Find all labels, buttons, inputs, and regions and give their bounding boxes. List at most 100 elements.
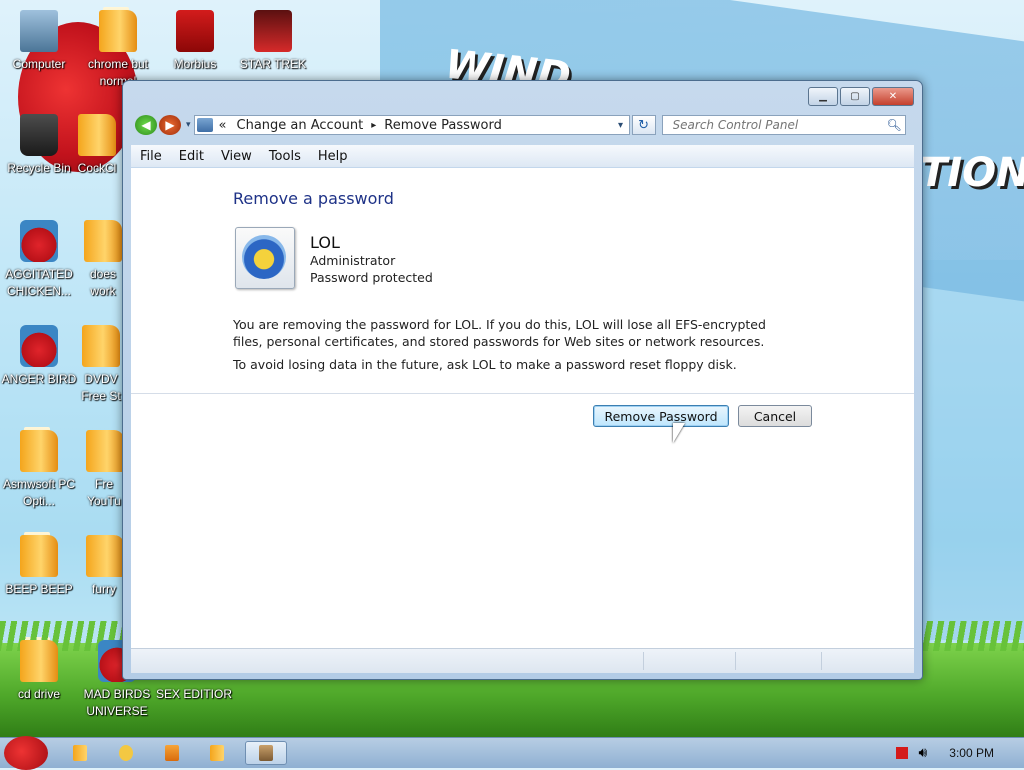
search-box[interactable]: 🔍︎ — [661, 115, 906, 135]
user-picture-icon — [242, 235, 286, 279]
pdf-icon — [176, 10, 214, 52]
menu-file[interactable]: File — [131, 149, 170, 164]
menu-bar: File Edit View Tools Help — [131, 145, 914, 167]
desktop-icon-beep-beep[interactable]: BEEP BEEP — [1, 532, 77, 598]
breadcrumb-change-account[interactable]: Change an Account — [237, 118, 364, 133]
media-player-icon — [165, 745, 179, 761]
desktop-icon-does-work[interactable]: does work — [84, 220, 122, 300]
desktop-icon-label: MAD BIRDS UNIVERSE — [83, 687, 151, 718]
clock[interactable]: 3:00 PM — [949, 746, 994, 760]
content-pane: Remove a password LOL Administrator Pass… — [131, 168, 914, 648]
search-input[interactable] — [670, 117, 887, 133]
menu-help[interactable]: Help — [309, 149, 356, 164]
star-trek-icon — [254, 10, 292, 52]
status-divider — [821, 652, 822, 670]
refresh-button[interactable]: ↻ — [631, 115, 656, 135]
desktop-icon-star-trek[interactable]: STAR TREK — [235, 10, 311, 73]
desktop-icon-label: CockCl — [77, 161, 117, 175]
folder-icon — [99, 7, 137, 52]
desktop-icon-label: AGGITATED CHICKEN... — [5, 267, 73, 298]
taskbar-item-media-player[interactable] — [154, 741, 190, 765]
control-panel-icon — [196, 118, 213, 132]
control-panel-window: ▁ ▢ ✕ ◀ ▶ ▾ « Change an Account ▸ Remove… — [122, 80, 923, 680]
page-title: Remove a password — [233, 189, 394, 208]
cancel-button[interactable]: Cancel — [738, 405, 812, 427]
desktop-icon-label: cd drive — [17, 687, 61, 701]
desktop-icon-label: SEX EDITIOR — [156, 687, 233, 701]
warning-message: You are removing the password for LOL. I… — [233, 317, 766, 349]
user-role: Administrator — [310, 253, 396, 268]
desktop-icon-dvdv[interactable]: DVDV Free St — [80, 325, 122, 405]
breadcrumb-remove-password[interactable]: Remove Password — [384, 118, 502, 133]
menu-tools[interactable]: Tools — [260, 149, 309, 164]
desktop-icon-asmwsoft[interactable]: Asmwsoft PC Opti... — [1, 427, 77, 510]
address-dropdown-icon[interactable]: ▾ — [613, 120, 629, 131]
desktop-icon-free-youtube[interactable]: Fre YouTu — [86, 430, 122, 510]
forward-button[interactable]: ▶ — [159, 115, 181, 135]
desktop-icon-recycle-bin[interactable]: Recycle Bin — [1, 114, 77, 177]
desktop-icon-label: Computer — [12, 57, 66, 71]
desktop-icon-cockcl[interactable]: CockCl — [72, 114, 122, 177]
desktop-icon-label: furry — [92, 582, 116, 596]
folder-icon — [20, 532, 58, 577]
computer-icon — [20, 10, 58, 52]
back-button[interactable]: ◀ — [135, 115, 157, 135]
folder-icon — [20, 637, 58, 682]
caption-buttons: ▁ ▢ ✕ — [808, 87, 914, 106]
desktop-icon-computer[interactable]: Computer — [1, 10, 77, 73]
desktop-icon-label: Morbius — [173, 57, 217, 71]
status-divider — [735, 652, 736, 670]
angry-bird-icon — [20, 325, 58, 367]
remove-password-button[interactable]: Remove Password — [593, 405, 729, 427]
address-overflow-chevron[interactable]: « — [219, 118, 227, 133]
flag-icon[interactable] — [896, 747, 909, 759]
recent-pages-dropdown[interactable]: ▾ — [186, 120, 191, 130]
folder-icon — [86, 430, 122, 472]
divider — [131, 393, 914, 394]
taskbar-item-explorer[interactable] — [108, 741, 144, 765]
desktop-icon-morbius[interactable]: Morbius — [157, 10, 233, 73]
desktop-icon-cd-drive[interactable]: cd drive — [1, 637, 77, 703]
system-tray: 🔊︎ 3:00 PM — [896, 738, 1024, 768]
maximize-button[interactable]: ▢ — [840, 87, 870, 106]
folder-icon — [210, 745, 224, 761]
navigation-bar: ◀ ▶ ▾ « Change an Account ▸ Remove Passw… — [135, 114, 916, 136]
taskbar: 🔊︎ 3:00 PM — [0, 736, 1024, 770]
taskbar-item-control-panel[interactable] — [245, 741, 287, 765]
search-icon[interactable]: 🔍︎ — [887, 118, 905, 132]
wallpaper-text-right: TION — [920, 150, 1024, 196]
folder-icon — [82, 325, 120, 367]
status-divider — [643, 652, 644, 670]
taskbar-item-folder-2[interactable] — [199, 741, 235, 765]
status-bar — [131, 648, 914, 673]
menu-edit[interactable]: Edit — [170, 149, 212, 164]
breadcrumb-separator-icon[interactable]: ▸ — [371, 120, 376, 131]
desktop-icon-label: Fre YouTu — [87, 477, 121, 508]
desktop-icon-anger-bird[interactable]: ANGER BIRD — [1, 325, 77, 388]
user-avatar — [235, 227, 295, 289]
folder-icon — [78, 114, 116, 156]
folder-icon — [73, 745, 87, 761]
folder-icon — [86, 535, 122, 577]
desktop-icon-label: does work — [89, 267, 117, 298]
control-panel-icon — [259, 745, 273, 761]
desktop-icon-furry[interactable]: furry — [86, 535, 122, 598]
mouse-cursor — [673, 423, 685, 443]
recycle-bin-icon — [20, 114, 58, 156]
volume-icon[interactable]: 🔊︎ — [918, 745, 927, 761]
folder-icon — [84, 220, 122, 262]
desktop-icon-label: Asmwsoft PC Opti... — [2, 477, 75, 508]
desktop-icon-label: STAR TREK — [239, 57, 307, 71]
minimize-button[interactable]: ▁ — [808, 87, 838, 106]
desktop-icon-label: DVDV Free St — [81, 372, 121, 403]
close-button[interactable]: ✕ — [872, 87, 914, 106]
menu-view[interactable]: View — [212, 149, 260, 164]
desktop-icon-chrome[interactable]: chrome but normal — [80, 7, 156, 90]
taskbar-item-folder[interactable] — [62, 741, 98, 765]
explorer-icon — [119, 745, 133, 761]
tip-message: To avoid losing data in the future, ask … — [233, 357, 737, 372]
desktop-icon-aggitated-chicken[interactable]: AGGITATED CHICKEN... — [1, 220, 77, 300]
start-button[interactable] — [4, 736, 48, 770]
user-name: LOL — [310, 233, 340, 252]
address-bar[interactable]: « Change an Account ▸ Remove Password ▾ — [193, 115, 630, 135]
